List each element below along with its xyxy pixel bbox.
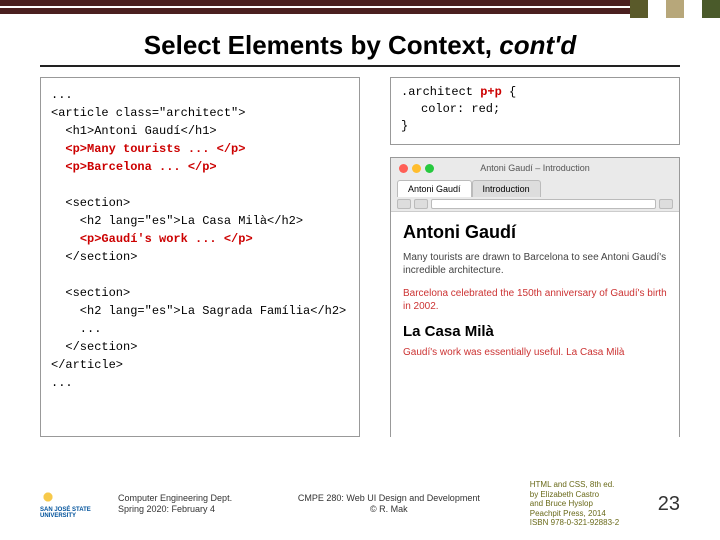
browser-chrome: Antoni Gaudí – Introduction Antoni Gaudí… — [391, 158, 679, 212]
forward-icon — [414, 199, 428, 209]
html-code-box: ... <article class="architect"> <h1>Anto… — [40, 77, 360, 437]
title-main: Select Elements by Context, — [144, 30, 499, 60]
sun-icon — [40, 489, 56, 505]
reader-icon — [659, 199, 673, 209]
browser-toolbar — [397, 198, 673, 210]
page-h2: La Casa Milà — [403, 323, 667, 340]
rendered-page: Antoni Gaudí Many tourists are drawn to … — [391, 212, 679, 438]
browser-tabs: Antoni Gaudí Introduction — [397, 180, 541, 197]
title-rule — [40, 65, 680, 67]
css-property: color: red; — [421, 101, 500, 118]
page-number: 23 — [658, 493, 680, 516]
tab-inactive: Introduction — [472, 180, 541, 197]
css-selector-a: .architect — [401, 85, 480, 99]
window-title: Antoni Gaudí – Introduction — [391, 163, 679, 173]
browser-preview: Antoni Gaudí – Introduction Antoni Gaudí… — [390, 157, 680, 437]
css-selector-b: p+p — [480, 85, 502, 99]
page-p2: Barcelona celebrated the 150th anniversa… — [403, 287, 667, 313]
slide-top-border — [0, 0, 720, 18]
content-area: ... <article class="architect"> <h1>Anto… — [40, 77, 680, 457]
footer-center: CMPE 280: Web UI Design and Development©… — [248, 493, 530, 515]
back-icon — [397, 199, 411, 209]
page-p3: Gaudí's work was essentially useful. La … — [403, 346, 667, 359]
slide-footer: SAN JOSÉ STATE UNIVERSITY Computer Engin… — [0, 480, 720, 528]
url-bar — [431, 199, 656, 209]
footer-left: Computer Engineering Dept.Spring 2020: F… — [118, 493, 248, 515]
title-italic: cont'd — [499, 30, 576, 60]
page-p1: Many tourists are drawn to Barcelona to … — [403, 251, 667, 277]
sjsu-logo: SAN JOSÉ STATE UNIVERSITY — [40, 487, 110, 521]
page-h1: Antoni Gaudí — [403, 222, 667, 243]
tab-active: Antoni Gaudí — [397, 180, 472, 197]
footer-right: HTML and CSS, 8th ed.by Elizabeth Castro… — [530, 480, 650, 528]
slide-title: Select Elements by Context, cont'd — [0, 30, 720, 61]
css-code-box: .architect p+p { color: red; } — [390, 77, 680, 145]
